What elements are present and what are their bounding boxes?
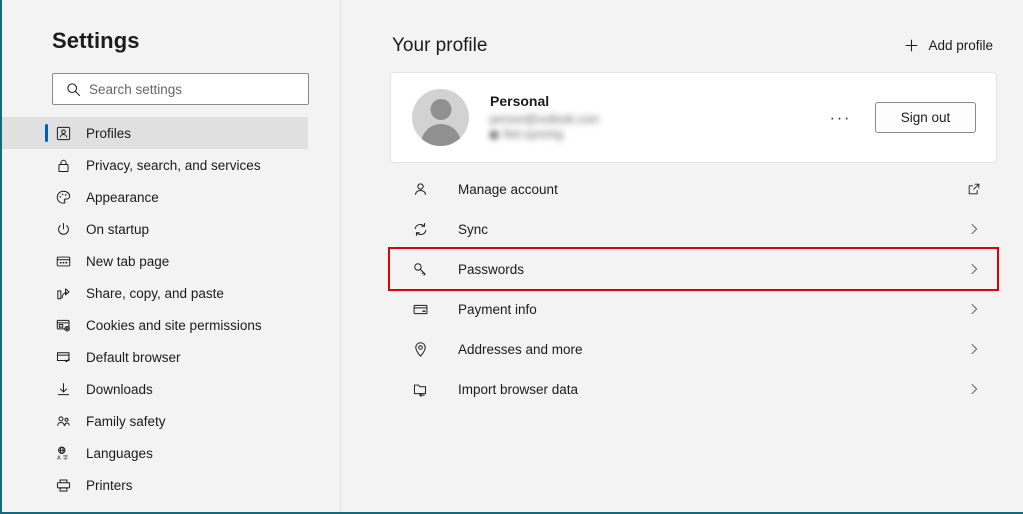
- profile-settings-rows: Manage account Sync Passwords Payment in…: [388, 169, 999, 409]
- location-pin-icon: [410, 339, 430, 359]
- row-label: Passwords: [458, 261, 525, 277]
- row-payment-info[interactable]: Payment info: [390, 289, 997, 329]
- add-profile-button[interactable]: Add profile: [898, 34, 999, 57]
- sidebar-item-share-copy-paste[interactable]: Share, copy, and paste: [2, 277, 308, 309]
- lock-icon: [52, 154, 74, 176]
- profile-name: Personal: [490, 92, 550, 109]
- sidebar-scrollbar-track[interactable]: [331, 0, 668, 512]
- search-input[interactable]: [85, 81, 300, 97]
- download-arrow-icon: [52, 378, 74, 400]
- sidebar-item-label: Share, copy, and paste: [86, 285, 224, 301]
- sidebar-nav: Profiles Privacy, search, and services A…: [2, 117, 340, 501]
- row-import-browser-data[interactable]: Import browser data: [390, 369, 997, 409]
- sidebar-item-label: Printers: [86, 477, 133, 493]
- sync-refresh-icon: [410, 219, 430, 239]
- sidebar-item-label: Family safety: [86, 413, 166, 429]
- sidebar-item-label: Downloads: [86, 381, 153, 397]
- sidebar-item-label: Privacy, search, and services: [86, 157, 261, 173]
- row-passwords[interactable]: Passwords: [388, 247, 999, 291]
- sidebar-item-default-browser[interactable]: Default browser: [2, 341, 308, 373]
- key-icon: [410, 259, 430, 279]
- profile-info: Personal person@outlook.com Not syncing: [490, 93, 820, 143]
- chevron-right-icon: [964, 259, 984, 279]
- sidebar-item-languages[interactable]: A 字 Languages: [2, 437, 308, 469]
- sidebar-item-cookies-and-site-permissions[interactable]: Cookies and site permissions: [2, 309, 308, 341]
- profile-card: Personal person@outlook.com Not syncing …: [390, 72, 997, 163]
- sidebar-item-label: Languages: [86, 445, 153, 461]
- row-label: Addresses and more: [458, 341, 583, 357]
- row-addresses-and-more[interactable]: Addresses and more: [390, 329, 997, 369]
- profile-card-icon: [52, 122, 74, 144]
- chevron-right-icon: [964, 299, 984, 319]
- family-people-icon: [52, 410, 74, 432]
- row-label: Manage account: [458, 181, 558, 197]
- sidebar-item-profiles[interactable]: Profiles: [2, 117, 308, 149]
- share-icon: [52, 282, 74, 304]
- add-profile-label: Add profile: [928, 38, 993, 53]
- search-settings-box[interactable]: [52, 73, 309, 105]
- sidebar-item-new-tab-page[interactable]: New tab page: [2, 245, 308, 277]
- import-folder-icon: [410, 379, 430, 399]
- row-label: Payment info: [458, 301, 537, 317]
- sign-out-button[interactable]: Sign out: [875, 102, 976, 133]
- sidebar-item-label: Appearance: [86, 189, 159, 205]
- main-header: Your profile Add profile: [341, 0, 1023, 57]
- page-title: Your profile: [392, 34, 488, 56]
- sidebar-item-label: Default browser: [86, 349, 181, 365]
- person-icon: [410, 179, 430, 199]
- sidebar-item-printers[interactable]: Printers: [2, 469, 308, 501]
- printer-icon: [52, 474, 74, 496]
- sidebar-item-appearance[interactable]: Appearance: [2, 181, 308, 213]
- sidebar-item-label: Cookies and site permissions: [86, 317, 262, 333]
- credit-card-icon: [410, 299, 430, 319]
- chevron-right-icon: [964, 379, 984, 399]
- sidebar-item-label: On startup: [86, 221, 150, 237]
- row-manage-account[interactable]: Manage account: [390, 169, 997, 209]
- sidebar-item-label: New tab page: [86, 253, 170, 269]
- profile-more-options-button[interactable]: ···: [820, 109, 861, 127]
- languages-icon: A 字: [52, 442, 74, 464]
- profile-email-redacted: person@outlook.com: [490, 113, 599, 126]
- row-label: Import browser data: [458, 381, 579, 397]
- sync-status-text: Not syncing: [503, 128, 564, 141]
- sidebar-item-label: Profiles: [86, 125, 132, 141]
- power-icon: [52, 218, 74, 240]
- svg-text:A: A: [57, 455, 61, 461]
- sidebar-item-on-startup[interactable]: On startup: [2, 213, 308, 245]
- settings-main-pane: Your profile Add profile Personal person…: [341, 0, 1023, 512]
- external-link-icon: [964, 179, 984, 199]
- sidebar-item-family-safety[interactable]: Family safety: [2, 405, 308, 437]
- avatar-person-icon: [430, 99, 451, 120]
- row-sync[interactable]: Sync: [390, 209, 997, 249]
- chevron-right-icon: [964, 339, 984, 359]
- sync-status-dot-icon: [490, 131, 498, 139]
- sidebar-item-downloads[interactable]: Downloads: [2, 373, 308, 405]
- new-tab-page-icon: [52, 250, 74, 272]
- svg-text:字: 字: [62, 453, 67, 461]
- sidebar-item-privacy-search-services[interactable]: Privacy, search, and services: [2, 149, 308, 181]
- avatar: [412, 89, 469, 146]
- default-browser-icon: [52, 346, 74, 368]
- settings-window: Settings Profiles: [0, 0, 1023, 514]
- chevron-right-icon: [964, 219, 984, 239]
- row-label: Sync: [458, 221, 489, 237]
- palette-icon: [52, 186, 74, 208]
- settings-sidebar: Settings Profiles: [2, 0, 668, 512]
- profile-sync-status-redacted: Not syncing: [490, 128, 820, 143]
- page-title-settings: Settings: [52, 28, 140, 53]
- search-icon: [61, 82, 85, 97]
- cookies-permissions-icon: [52, 314, 74, 336]
- plus-icon: [904, 38, 919, 53]
